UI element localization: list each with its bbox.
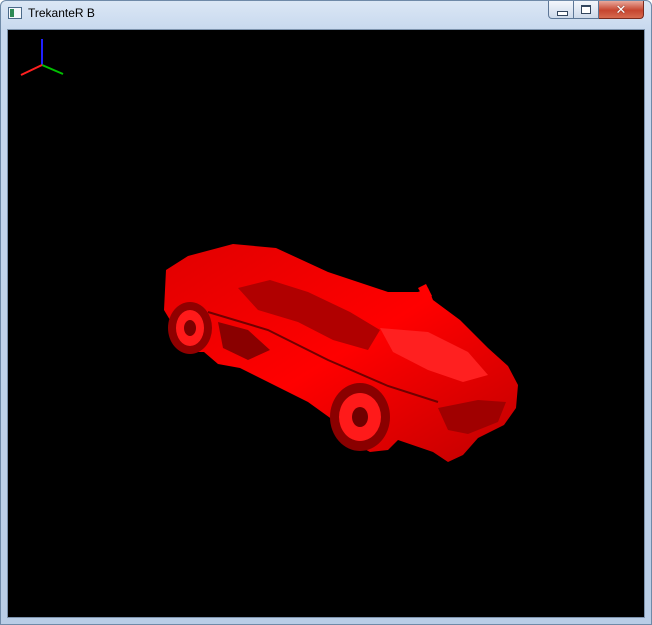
- axis-z-line: [20, 64, 43, 76]
- 3d-viewport[interactable]: [7, 29, 645, 618]
- maximize-icon: [581, 5, 591, 14]
- car-model: [164, 244, 518, 462]
- maximize-button[interactable]: [574, 1, 599, 19]
- minimize-button[interactable]: [548, 1, 574, 19]
- close-button[interactable]: ✕: [599, 1, 644, 19]
- application-icon[interactable]: [8, 7, 22, 19]
- minimize-icon: [557, 11, 568, 16]
- window-controls: ✕: [548, 1, 644, 21]
- title-bar[interactable]: TrekanteR B ✕: [1, 1, 651, 28]
- axis-x-line: [41, 64, 64, 75]
- scene-canvas: [20, 39, 518, 462]
- close-icon: ✕: [615, 2, 627, 17]
- window-title: TrekanteR B: [28, 6, 95, 20]
- app-window: TrekanteR B ✕: [0, 0, 652, 625]
- rear-wheel: [168, 302, 212, 354]
- axis-gizmo: [20, 39, 64, 76]
- front-wheel: [330, 383, 390, 451]
